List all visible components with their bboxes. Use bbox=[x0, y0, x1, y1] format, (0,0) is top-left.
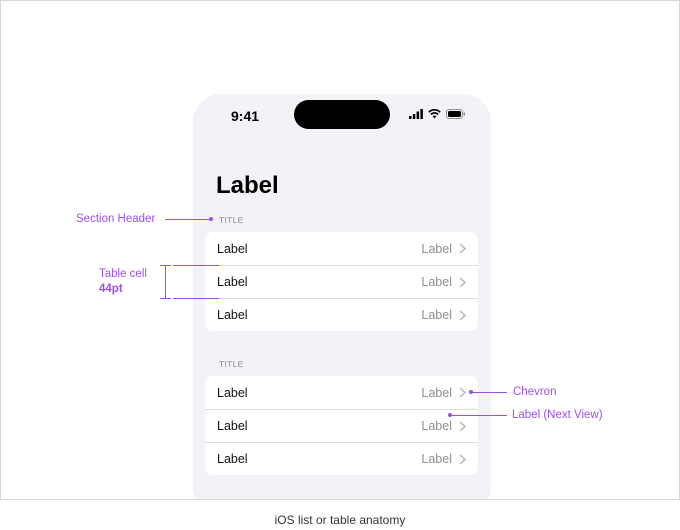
section-header-1: TITLE bbox=[219, 215, 244, 225]
table-row[interactable]: Label Label bbox=[205, 409, 478, 442]
row-value: Label bbox=[421, 385, 452, 400]
annotation-leader-line bbox=[472, 392, 507, 393]
table-row[interactable]: Label Label bbox=[205, 232, 478, 265]
row-label: Label bbox=[217, 241, 248, 256]
section-header-2: TITLE bbox=[219, 359, 244, 369]
annotation-dot bbox=[209, 217, 213, 221]
annotation-label-next-view: Label (Next View) bbox=[512, 409, 603, 421]
row-label: Label bbox=[217, 308, 248, 322]
table-row[interactable]: Label Label bbox=[205, 442, 478, 475]
row-label: Label bbox=[217, 275, 248, 289]
chevron-right-icon bbox=[459, 310, 467, 321]
chevron-right-icon bbox=[459, 243, 467, 254]
status-icons bbox=[409, 107, 466, 121]
annotation-leader-line bbox=[173, 265, 219, 266]
row-label: Label bbox=[217, 385, 248, 400]
row-value: Label bbox=[421, 452, 452, 466]
annotation-section-header: Section Header bbox=[76, 213, 156, 225]
annotation-chevron: Chevron bbox=[513, 386, 557, 398]
table-group-2: Label Label Label Label Label Label bbox=[205, 376, 478, 475]
large-title: Label bbox=[216, 172, 279, 199]
chevron-right-icon bbox=[459, 421, 467, 432]
row-label: Label bbox=[217, 452, 248, 466]
annotation-leader-line bbox=[173, 298, 219, 299]
chevron-right-icon bbox=[459, 454, 467, 465]
phone-screen: 9:41 Label TITLE Label Label Label Label… bbox=[193, 94, 491, 499]
row-value: Label bbox=[421, 308, 452, 322]
wifi-icon bbox=[428, 109, 441, 119]
table-row[interactable]: Label Label bbox=[205, 298, 478, 331]
figure-caption: iOS list or table anatomy bbox=[274, 513, 406, 527]
annotation-table-cell: Table cell bbox=[99, 268, 147, 280]
diagram-frame: 9:41 Label TITLE Label Label Label Label… bbox=[0, 0, 680, 500]
cellular-icon bbox=[409, 109, 423, 119]
row-value: Label bbox=[421, 275, 452, 289]
dynamic-island bbox=[294, 100, 390, 129]
battery-icon bbox=[446, 109, 465, 119]
row-value: Label bbox=[421, 241, 452, 256]
table-group-1: Label Label Label Label Label Label bbox=[205, 232, 478, 331]
chevron-right-icon bbox=[459, 277, 467, 288]
table-row[interactable]: Label Label bbox=[205, 265, 478, 298]
annotation-table-cell-size: 44pt bbox=[99, 283, 123, 295]
annotation-leader-line bbox=[451, 415, 507, 416]
row-value: Label bbox=[421, 419, 452, 433]
table-row[interactable]: Label Label bbox=[205, 376, 478, 409]
chevron-right-icon bbox=[459, 387, 467, 398]
dimension-line bbox=[165, 265, 166, 299]
annotation-leader-line bbox=[165, 219, 211, 220]
row-label: Label bbox=[217, 419, 248, 433]
status-time: 9:41 bbox=[231, 108, 260, 124]
